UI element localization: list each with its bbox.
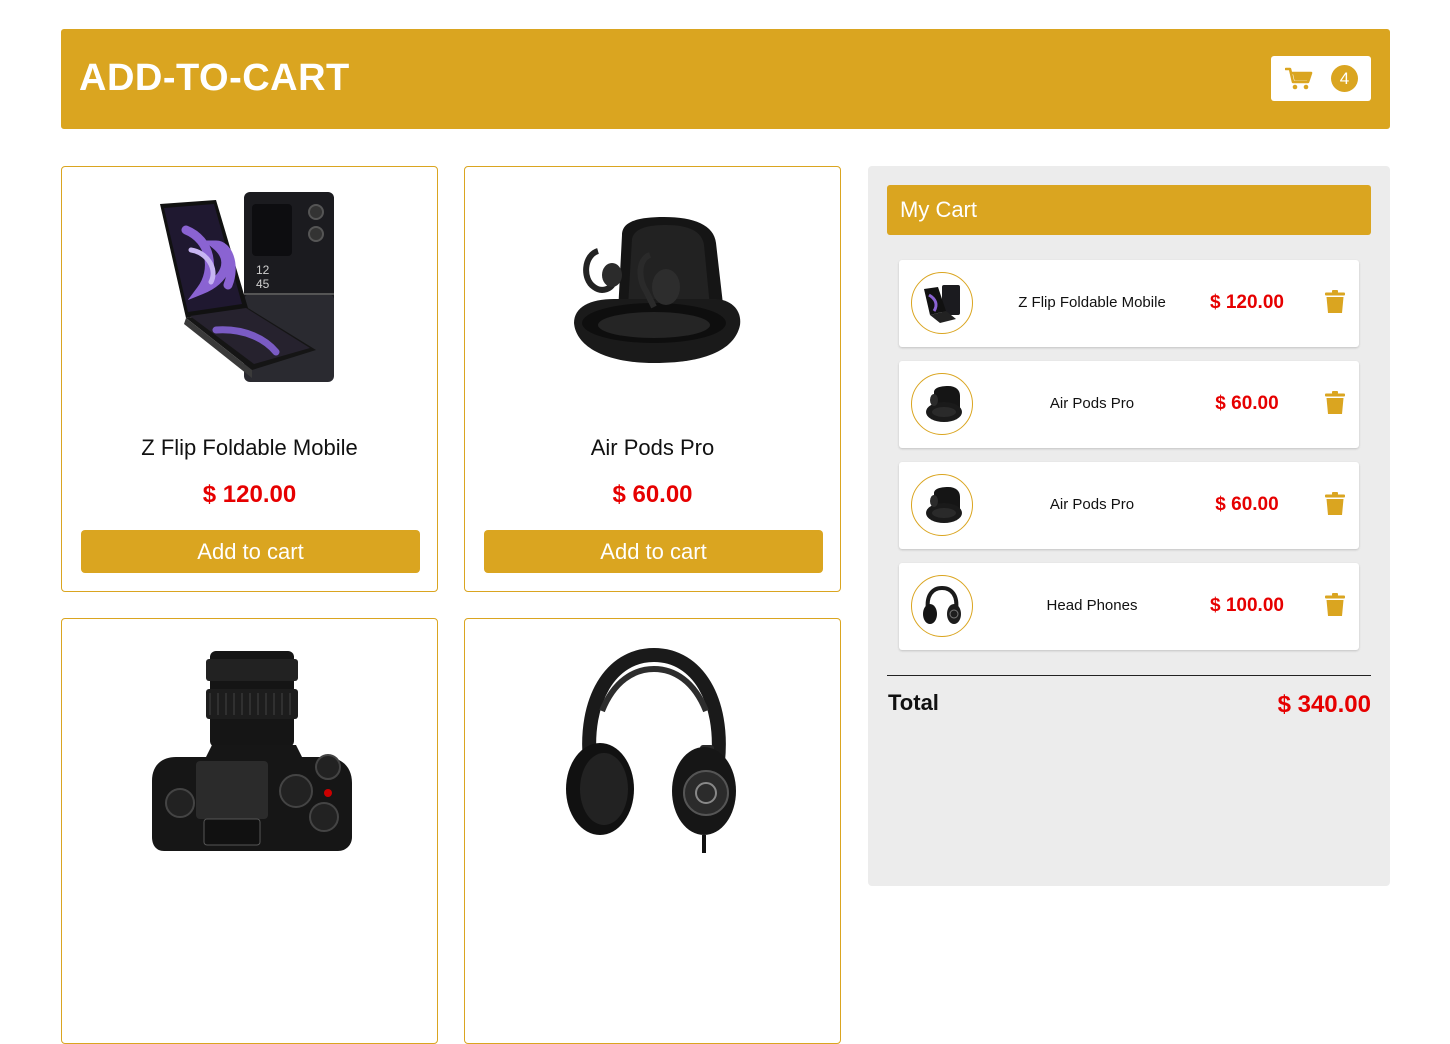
product-card bbox=[464, 618, 841, 1044]
svg-text:45: 45 bbox=[256, 277, 270, 291]
cart-item: Head Phones $ 100.00 bbox=[899, 563, 1359, 650]
product-image-camera bbox=[142, 641, 359, 853]
cart-count-badge: 4 bbox=[1331, 65, 1358, 92]
product-image-headphones bbox=[545, 641, 762, 853]
cart-divider bbox=[887, 675, 1371, 676]
trash-icon[interactable] bbox=[1325, 492, 1345, 516]
cart-item-name: Head Phones bbox=[1046, 597, 1138, 614]
cart-item: Air Pods Pro $ 60.00 bbox=[899, 361, 1359, 448]
cart-title: My Cart bbox=[900, 197, 977, 222]
cart-title-bar: My Cart bbox=[887, 185, 1371, 235]
product-card: 12 45 Z Flip Foldable Mobile $ 120.00 Ad… bbox=[61, 166, 438, 592]
cart-item-name: Air Pods Pro bbox=[1049, 496, 1135, 513]
product-name: Z Flip Foldable Mobile bbox=[141, 435, 358, 460]
product-image-foldable-phone: 12 45 bbox=[142, 189, 359, 401]
trash-icon[interactable] bbox=[1325, 290, 1345, 314]
cart-item-price: $ 60.00 bbox=[1215, 393, 1279, 414]
product-card: Air Pods Pro $ 60.00 Add to cart bbox=[464, 166, 841, 592]
add-to-cart-button[interactable]: Add to cart bbox=[484, 530, 823, 573]
trash-icon[interactable] bbox=[1325, 593, 1345, 617]
cart-item-price: $ 100.00 bbox=[1210, 595, 1284, 616]
product-card bbox=[61, 618, 438, 1044]
svg-text:12: 12 bbox=[256, 263, 270, 277]
cart-item: Air Pods Pro $ 60.00 bbox=[899, 462, 1359, 549]
cart-item-thumbnail bbox=[911, 575, 973, 637]
product-name: Air Pods Pro bbox=[590, 435, 715, 460]
total-label: Total bbox=[888, 690, 939, 715]
add-to-cart-button[interactable]: Add to cart bbox=[81, 530, 420, 573]
cart-item-name: Air Pods Pro bbox=[1049, 395, 1135, 412]
cart-item: Z Flip Foldable Mobile $ 120.00 bbox=[899, 260, 1359, 347]
app-header: ADD-TO-CART 4 bbox=[61, 29, 1390, 129]
cart-item-price: $ 60.00 bbox=[1215, 494, 1279, 515]
cart-item-thumbnail bbox=[911, 474, 973, 536]
product-price: $ 60.00 bbox=[612, 481, 693, 508]
total-value: $ 340.00 bbox=[1277, 691, 1371, 718]
app-title: ADD-TO-CART bbox=[79, 57, 350, 99]
cart-item-price: $ 120.00 bbox=[1210, 292, 1284, 313]
shopping-cart-icon bbox=[1285, 67, 1313, 90]
cart-item-thumbnail bbox=[911, 373, 973, 435]
product-image-earbuds-case bbox=[545, 189, 762, 401]
cart-item-name: Z Flip Foldable Mobile bbox=[1018, 294, 1166, 311]
cart-button[interactable]: 4 bbox=[1271, 56, 1371, 101]
cart-panel: My Cart Z Flip Foldable Mobile $ 120.00 bbox=[868, 166, 1390, 886]
product-price: $ 120.00 bbox=[202, 481, 297, 508]
trash-icon[interactable] bbox=[1325, 391, 1345, 415]
cart-item-thumbnail bbox=[911, 272, 973, 334]
